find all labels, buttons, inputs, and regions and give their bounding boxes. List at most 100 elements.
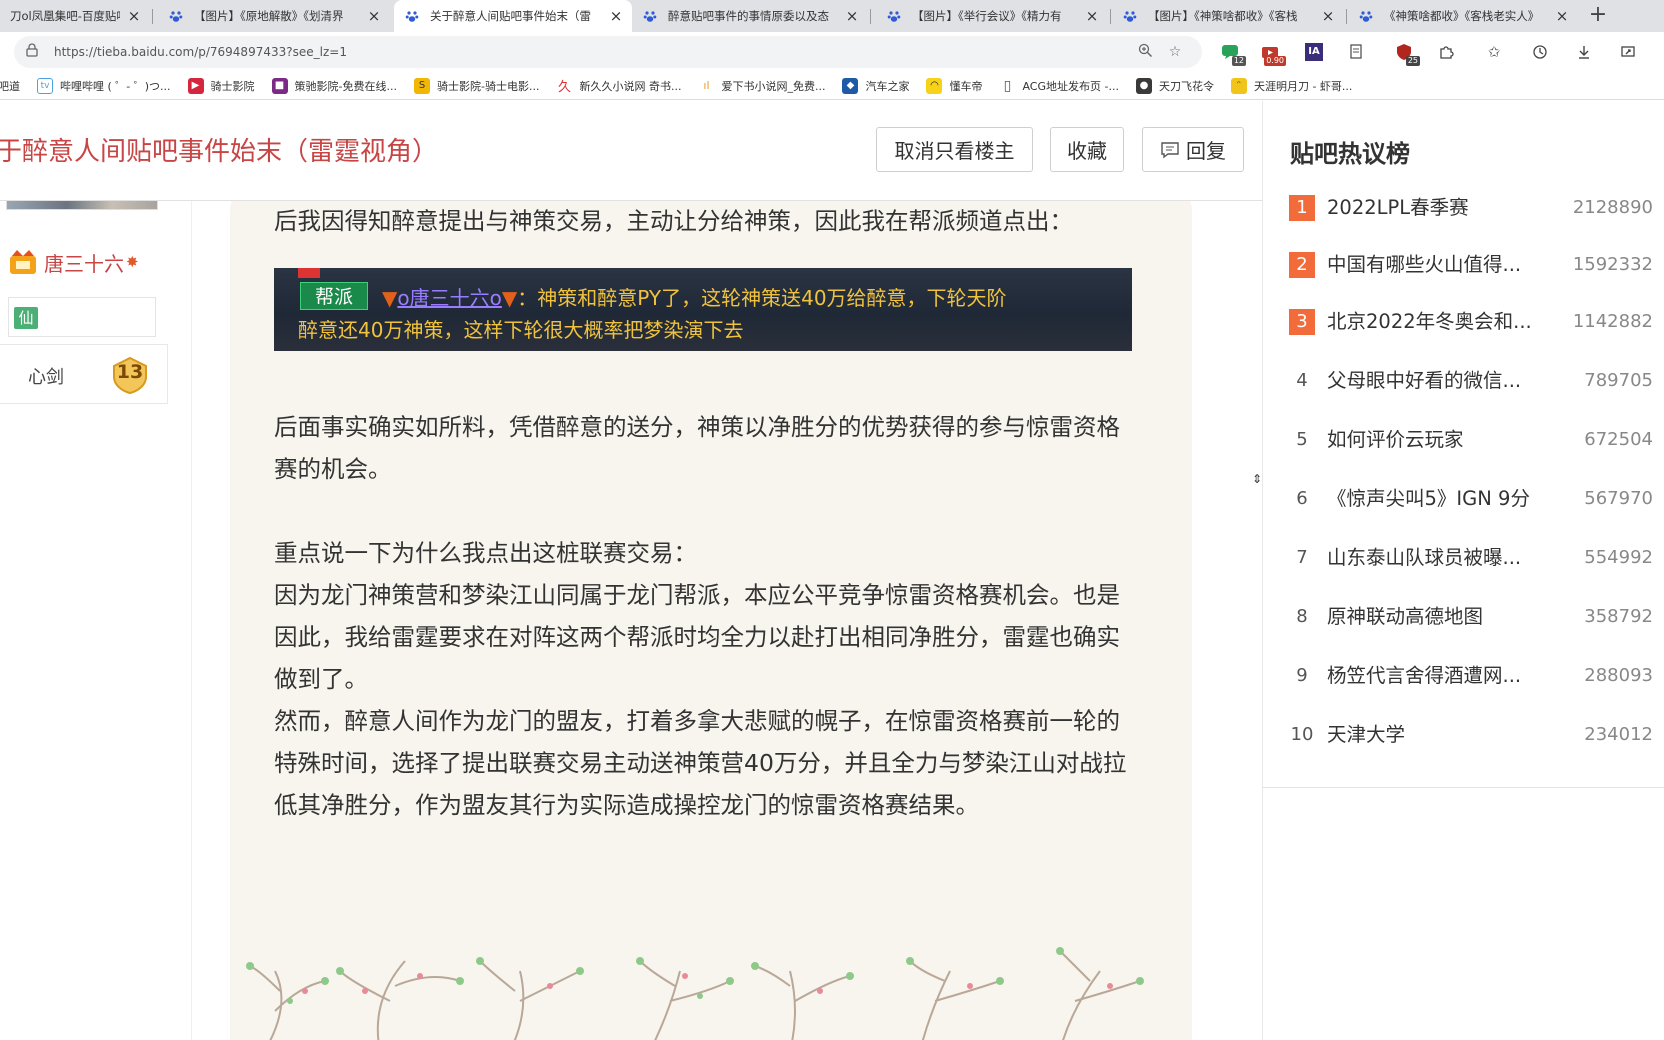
hot-topic-name[interactable]: 如何评价云玩家 [1327,424,1542,456]
bookmark-item[interactable]: ▯ ACG地址发布页 -... [999,78,1119,94]
extension-ia-icon[interactable]: IA [1302,40,1326,64]
hot-topic-name[interactable]: 北京2022年冬奥会和... [1327,306,1542,338]
resize-handle-icon[interactable]: ⇕ [1252,472,1262,486]
post-paragraph-2: 后面事实确实如所料，凭借醉意的送分，神策以净胜分的优势获得的参与惊雷资格赛的机会… [274,413,1120,483]
downloads-icon[interactable] [1572,40,1596,64]
hot-topic-count: 234012 [1584,724,1653,745]
favorite-button[interactable]: 收藏 [1050,127,1124,172]
tab-title: 【图片】《原地解散》《划清界 [194,9,344,23]
new-tab-button[interactable]: + [1585,2,1611,28]
favorites-icon[interactable]: ✩ [1482,40,1506,64]
hot-topic-count: 2128890 [1572,197,1653,218]
tab-3[interactable]: 醉意贴吧事件的事情原委以及态 × [632,0,868,32]
hot-topic-name[interactable]: 父母眼中好看的微信... [1327,365,1542,397]
hot-topic-item[interactable]: 6 《惊声尖叫5》IGN 9分 567970 [1263,483,1664,523]
hot-topic-name[interactable]: 杨笠代言舍得酒遭网... [1327,660,1542,692]
author-name[interactable]: 唐三十六 [44,248,124,277]
tab-title: 醉意贴吧事件的事情原委以及态 [668,9,829,23]
bookmark-item[interactable]: ◆ 汽车之家 [842,77,909,94]
share-screen-icon[interactable] [1616,40,1640,64]
screenshot-red-mark [298,268,320,278]
bookmark-label: 新久久小说网 奇书... [579,79,682,93]
tab-0[interactable]: 刀ol凤凰集吧-百度贴吧 × [0,0,150,32]
level-number: 13 [116,361,144,383]
bookmark-label: 策驰影院-免费在线... [294,79,397,93]
close-tab-icon[interactable]: × [1084,7,1100,25]
hot-topic-item[interactable]: 3 北京2022年冬奥会和... 1142882 [1263,306,1664,346]
knight-icon: S [414,77,430,94]
bookmark-item[interactable]: ıl 爱下书小说网_免费... [698,78,825,94]
bookmark-item[interactable]: ᵔ 天涯明月刀 - 虾哥... [1230,77,1352,94]
close-tab-icon[interactable]: × [1554,7,1570,25]
close-tab-icon[interactable]: × [608,7,624,25]
lock-icon[interactable] [26,43,46,61]
thread-title: 于醉意人间贴吧事件始末（雷霆视角） [0,137,439,167]
hot-topic-item[interactable]: 7 山东泰山队球员被曝... 554992 [1263,542,1664,582]
hot-topic-item[interactable]: 4 父母眼中好看的微信... 789705 [1263,365,1664,405]
hot-topic-item[interactable]: 5 如何评价云玩家 672504 [1263,424,1664,464]
bookmark-item[interactable]: 吧道 [0,78,20,94]
reply-button[interactable]: 回复 [1142,127,1244,172]
hot-rank: 6 [1296,488,1308,509]
close-tab-icon[interactable]: × [844,7,860,25]
hot-topic-item[interactable]: 10 天津大学 234012 [1263,719,1664,759]
hot-topic-name[interactable]: 天津大学 [1327,719,1542,751]
right-rail: 贴吧热议榜 1 2022LPL春季赛 2128890 2 中国有哪些火山值得..… [1262,101,1664,1040]
post-paragraph-1: 后我因得知醉意提出与神策交易，主动让分给神策，因此我在帮派频道点出： [274,207,1073,235]
add-favorite-icon[interactable]: ☆ [1160,44,1190,60]
bookmark-item[interactable]: S 骑士影院-骑士电影... [414,77,540,94]
zoom-icon[interactable] [1130,43,1160,62]
baidu-paw-icon [1358,8,1374,24]
tab-active[interactable]: 关于醉意人间贴吧事件始末（雷 × [394,0,632,32]
bookmarks-bar: 吧道 tv 哔哩哔哩 ( ゜- ゜)つ... ▶ 骑士影院 ■ 策驰影院-免费在… [0,72,1664,100]
bookmark-item[interactable]: ▶ 骑士影院 [187,77,255,94]
extension-shield-icon[interactable]: 25 [1392,40,1420,66]
hot-topic-item[interactable]: 2 中国有哪些火山值得... 1592332 [1263,249,1664,289]
extension-document-icon[interactable] [1344,40,1368,64]
address-toolbar: https://tieba.baidu.com/p/7694897433?see… [0,32,1664,72]
bookmark-label: 骑士影院 [210,79,255,93]
game-chat-screenshot[interactable]: 帮派 ▼o唐三十六o▼：神策和醉意PY了，这轮神策送40万给醉意，下轮天阶 醉意… [274,268,1132,351]
bookmark-label: ACG地址发布页 -... [1022,79,1119,93]
vip-crown-icon [8,247,38,277]
bookmark-item[interactable]: 久 新久久小说网 奇书... [556,78,682,96]
tab-4[interactable]: 【图片】《举行会议》《精力有 × [876,0,1108,32]
close-tab-icon[interactable]: × [1320,7,1336,25]
hot-topic-item[interactable]: 9 杨笠代言舍得酒遭网... 288093 [1263,660,1664,700]
bookmark-label: 骑士影院-骑士电影... [437,79,540,93]
hot-topic-name[interactable]: 原神联动高德地图 [1327,601,1542,633]
author-level-row[interactable]: 心剑 13 [0,344,168,404]
hot-topic-name[interactable]: 山东泰山队球员被曝... [1327,542,1542,574]
hot-topic-item[interactable]: 1 2022LPL春季赛 2128890 [1263,192,1664,232]
history-icon[interactable] [1528,40,1552,64]
address-bar[interactable]: https://tieba.baidu.com/p/7694897433?see… [14,36,1202,68]
bookmark-item[interactable]: ■ 策驰影院-免费在线... [271,77,397,94]
baidu-paw-icon [168,8,184,24]
novel-icon: 久 [557,80,571,95]
tab-title: 刀ol凤凰集吧-百度贴吧 [10,9,120,23]
hot-topic-name[interactable]: 《惊声尖叫5》IGN 9分 [1327,483,1542,515]
tab-6[interactable]: 《神策啥都收》《客栈老实人》 × [1348,0,1578,32]
extension-badge: 12 [1231,56,1246,66]
cancel-only-op-button[interactable]: 取消只看楼主 [876,127,1033,172]
extensions-puzzle-icon[interactable] [1434,40,1458,64]
page-icon: ▯ [1003,77,1012,94]
tab-5[interactable]: 【图片】《神策啥都收》《客栈 × [1112,0,1344,32]
extension-chat-icon[interactable]: 12 [1218,40,1246,66]
screenshot-line-2: 醉意还40万神策，这样下轮很大概率把梦染演下去 [298,318,744,342]
extension-video-icon[interactable]: 0.90 [1258,40,1286,66]
baidu-paw-icon [404,8,420,24]
close-tab-icon[interactable]: × [366,7,382,25]
hot-topic-item[interactable]: 8 原神联动高德地图 358792 [1263,601,1664,641]
hot-topic-name[interactable]: 2022LPL春季赛 [1327,192,1542,224]
guild-channel-tag: 帮派 [300,282,368,310]
tab-1[interactable]: 【图片】《原地解散》《划清界 × [158,0,390,32]
player-name: o唐三十六o [397,286,502,310]
bookmark-item[interactable]: ◠ 懂车帝 [926,77,982,94]
bookmark-item[interactable]: tv 哔哩哔哩 ( ゜- ゜)つ... [37,77,171,94]
hot-topic-name[interactable]: 中国有哪些火山值得... [1327,249,1542,281]
url-text[interactable]: https://tieba.baidu.com/p/7694897433?see… [54,45,1130,59]
bookmark-item[interactable]: ● 天刀飞花令 [1135,77,1214,94]
hot-topic-count: 567970 [1584,488,1653,509]
close-tab-icon[interactable]: × [126,7,142,25]
